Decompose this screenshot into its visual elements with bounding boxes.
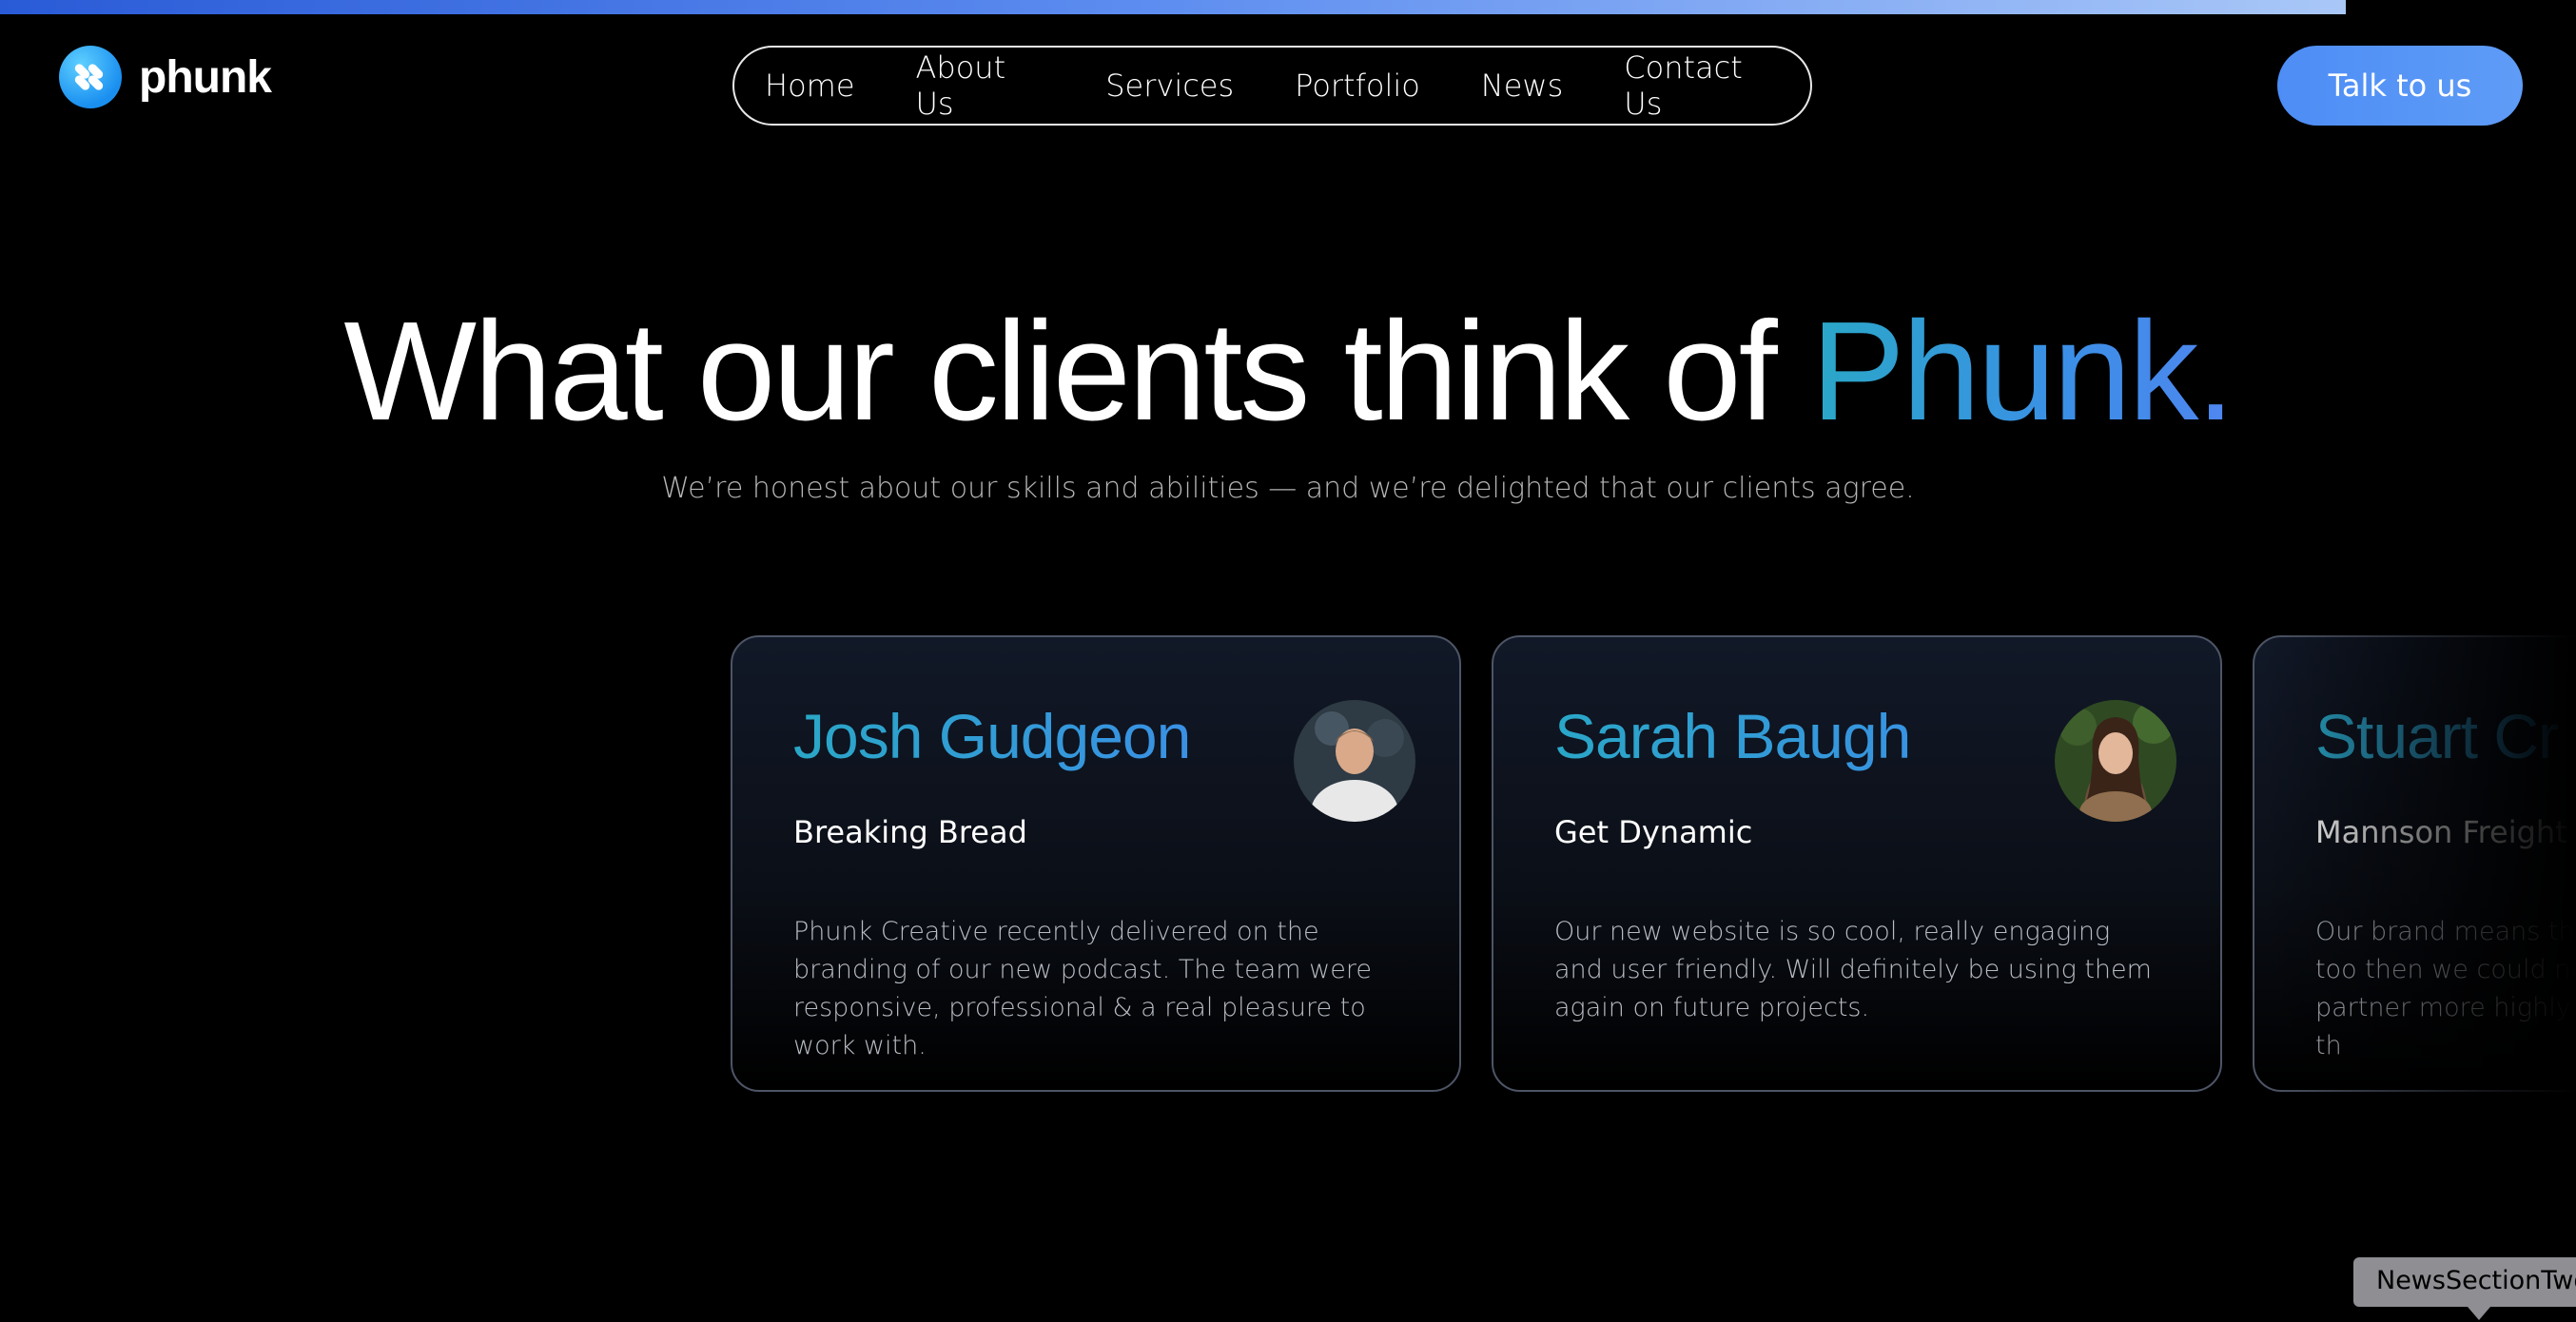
testimonial-card[interactable]: Sarah Baugh Get Dynamic Our new website … <box>1492 635 2222 1092</box>
page-subtitle: We’re honest about our skills and abilit… <box>661 472 1915 505</box>
brand-logo[interactable]: phunk <box>59 46 272 108</box>
phunk-logo-icon <box>59 46 122 108</box>
nav-home[interactable]: Home <box>734 68 886 104</box>
page: phunk Home About Us Services Portfolio N… <box>0 0 2576 1322</box>
testimonial-name: Stuart Cr <box>2315 700 2576 772</box>
testimonial-company: Breaking Bread <box>793 814 1027 850</box>
title-main: What our clients think of <box>343 293 1811 450</box>
testimonial-quote: Our new website is so cool, really engag… <box>1554 917 2152 1022</box>
talk-to-us-button[interactable]: Talk to us <box>2277 46 2523 126</box>
nav-services[interactable]: Services <box>1075 68 1264 104</box>
testimonial-quote: Our brand means the too then we could no… <box>2315 917 2576 1060</box>
page-title: What our clients think of Phunk. <box>0 293 2576 450</box>
title-accent: Phunk. <box>1810 293 2235 450</box>
avatar <box>2055 700 2176 822</box>
testimonial-company: Mannson Freight <box>2315 814 2567 850</box>
testimonial-card[interactable]: Stuart Cr Mannson Freight Our brand mean… <box>2253 635 2576 1092</box>
main-nav: Home About Us Services Portfolio News Co… <box>732 46 1812 126</box>
nav-portfolio[interactable]: Portfolio <box>1264 68 1451 104</box>
testimonial-quote: Phunk Creative recently delivered on the… <box>793 917 1372 1060</box>
brand-name: phunk <box>139 51 272 103</box>
nav-news[interactable]: News <box>1451 68 1593 104</box>
element-tooltip: NewsSectionTwo <box>2353 1257 2576 1307</box>
testimonial-carousel[interactable]: Josh Gudgeon Breaking Bread Phunk Creati… <box>731 635 2576 1094</box>
scroll-progress-bar <box>0 0 2346 14</box>
testimonial-card[interactable]: Josh Gudgeon Breaking Bread Phunk Creati… <box>731 635 1461 1092</box>
avatar <box>1294 700 1415 822</box>
testimonial-company: Get Dynamic <box>1554 814 1753 850</box>
nav-about-us[interactable]: About Us <box>886 49 1076 122</box>
tooltip-arrow <box>2468 1307 2490 1320</box>
nav-contact-us[interactable]: Contact Us <box>1593 49 1810 122</box>
